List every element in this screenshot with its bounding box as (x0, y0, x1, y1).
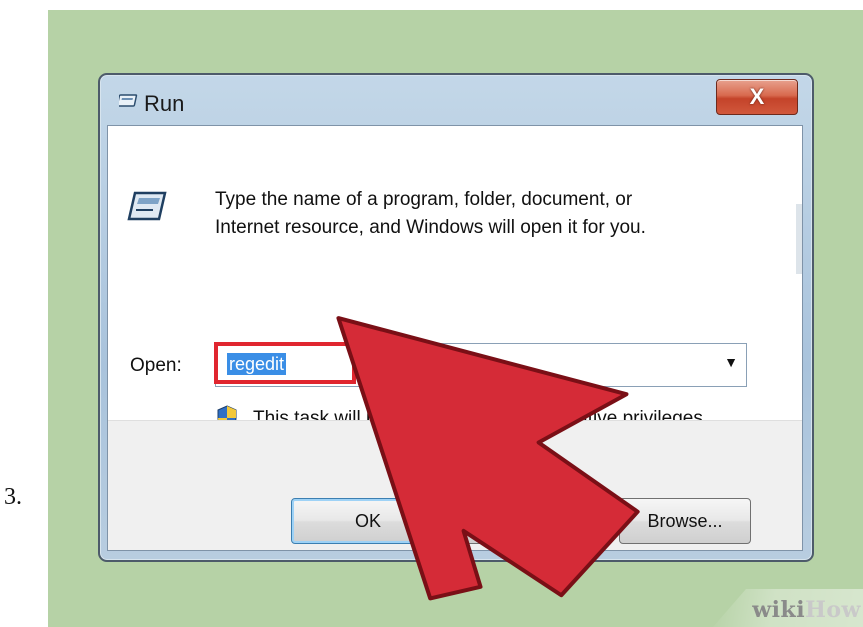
description-text: Type the name of a program, folder, docu… (215, 186, 775, 242)
close-button[interactable]: X (716, 79, 798, 115)
run-icon (119, 94, 138, 107)
watermark-wiki: wiki (752, 597, 806, 623)
open-label: Open: (130, 355, 182, 376)
browse-button[interactable]: Browse... (619, 498, 751, 544)
wikihow-watermark: wikiHow (752, 597, 861, 623)
highlight-box (214, 342, 356, 384)
screenshot-canvas: Run X Type the name of a program, folder… (48, 10, 863, 627)
run-icon (127, 191, 167, 221)
ok-button[interactable]: OK (291, 498, 445, 544)
dialog-body: Type the name of a program, folder, docu… (107, 125, 803, 551)
button-bar: OK Cancel Browse... (108, 420, 802, 550)
run-dialog: Run X Type the name of a program, folder… (98, 73, 814, 562)
description-line: Internet resource, and Windows will open… (215, 217, 646, 238)
chevron-down-icon[interactable]: ▼ (724, 354, 738, 370)
titlebar[interactable]: Run X (100, 75, 812, 127)
edge-highlight (796, 204, 802, 274)
step-number: 3. (4, 484, 22, 510)
watermark-how: How (805, 597, 861, 623)
open-combobox[interactable]: regedit ▼ (214, 342, 747, 387)
window-title: Run (144, 91, 185, 116)
cancel-button[interactable]: Cancel (456, 498, 588, 544)
description-line: Type the name of a program, folder, docu… (215, 189, 633, 210)
